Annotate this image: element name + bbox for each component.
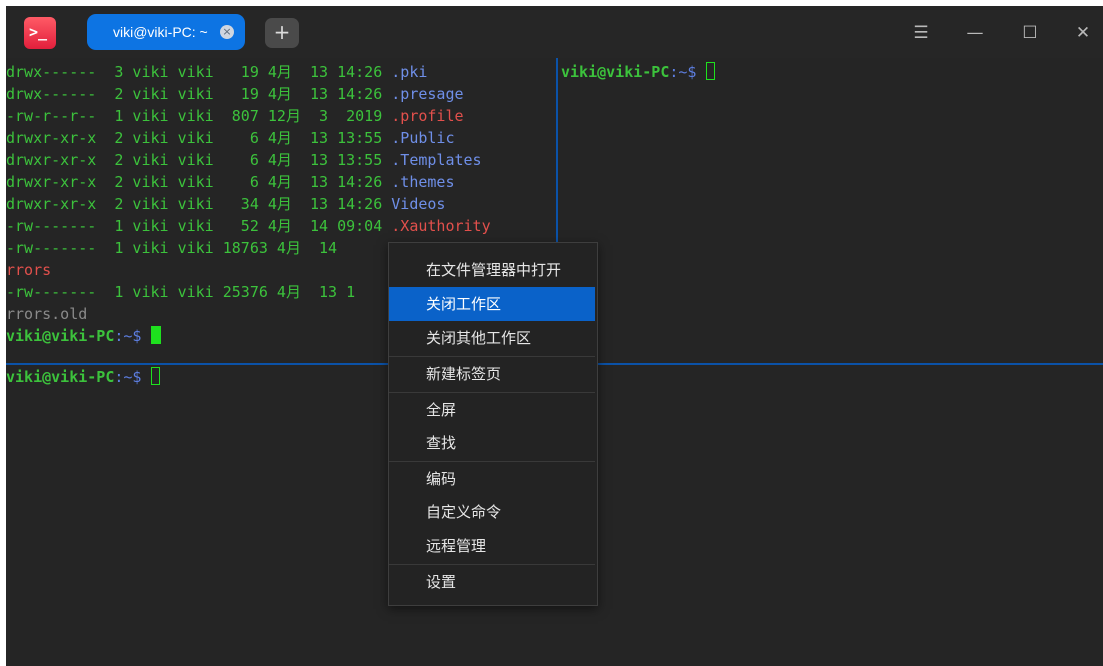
cursor [150,326,161,344]
menu-item-remote-management[interactable]: 远程管理 [389,529,595,563]
tab-label: viki@viki-PC: ~ [113,24,208,40]
prompt-user: viki@viki-PC [6,327,115,345]
listing-line: drwxr-xr-x 2 viki viki 6 4月 13 13:55 .Pu… [6,129,455,147]
prompt-path: :~$ [669,63,706,81]
terminal-icon: >_ [24,17,56,49]
menu-item-custom-commands[interactable]: 自定义命令 [389,495,595,529]
listing-line: drwxr-xr-x 2 viki viki 34 4月 13 14:26 Vi… [6,195,446,213]
listing-line: drwxr-xr-x 2 viki viki 6 4月 13 14:26 .th… [6,173,455,191]
prompt-user: viki@viki-PC [561,63,670,81]
menu-item-fullscreen[interactable]: 全屏 [389,393,595,427]
minimize-icon[interactable]: — [957,18,993,48]
cursor [150,367,160,385]
title-bar: >_ viki@viki-PC: ~ × + ☰ — ☐ ✕ [6,6,1103,58]
listing-line: drwx------ 3 viki viki 19 4月 13 14:26 .p… [6,63,428,81]
prompt-user: viki@viki-PC [6,368,115,386]
listing-line: -rw-r--r-- 1 viki viki 807 12月 3 2019 .p… [6,107,464,125]
tab-close-icon[interactable]: × [220,25,234,39]
menu-item-close-other-workspaces[interactable]: 关闭其他工作区 [389,321,595,355]
listing-line: -rw------- 1 viki viki 52 4月 14 09:04 .X… [6,217,491,235]
menu-item-settings[interactable]: 设置 [389,565,595,599]
listing-line: drwxr-xr-x 2 viki viki 6 4月 13 13:55 .Te… [6,151,482,169]
context-menu: 在文件管理器中打开 关闭工作区 关闭其他工作区 新建标签页 全屏 查找 编码 自… [388,242,598,606]
terminal-window: >_ viki@viki-PC: ~ × + ☰ — ☐ ✕ drwx-----… [6,6,1103,666]
cursor [705,62,715,80]
menu-item-find[interactable]: 查找 [389,426,595,460]
menu-icon[interactable]: ☰ [903,18,939,48]
maximize-icon[interactable]: ☐ [1012,18,1048,48]
prompt-path: :~$ [114,327,151,345]
menu-item-open-in-file-manager[interactable]: 在文件管理器中打开 [389,253,595,287]
close-icon[interactable]: ✕ [1065,18,1101,48]
tab-viki-home[interactable]: viki@viki-PC: ~ × [87,14,245,50]
listing-line: drwx------ 2 viki viki 19 4月 13 14:26 .p… [6,85,464,103]
menu-item-encoding[interactable]: 编码 [389,462,595,496]
menu-item-new-tab[interactable]: 新建标签页 [389,357,595,391]
new-tab-button[interactable]: + [265,18,299,48]
terminal-pane-top-right[interactable]: viki@viki-PC:~$ [561,61,1101,83]
menu-item-close-workspace[interactable]: 关闭工作区 [389,287,595,321]
prompt-path: :~$ [114,368,151,386]
prompt-line: viki@viki-PC:~$ [561,61,1101,83]
